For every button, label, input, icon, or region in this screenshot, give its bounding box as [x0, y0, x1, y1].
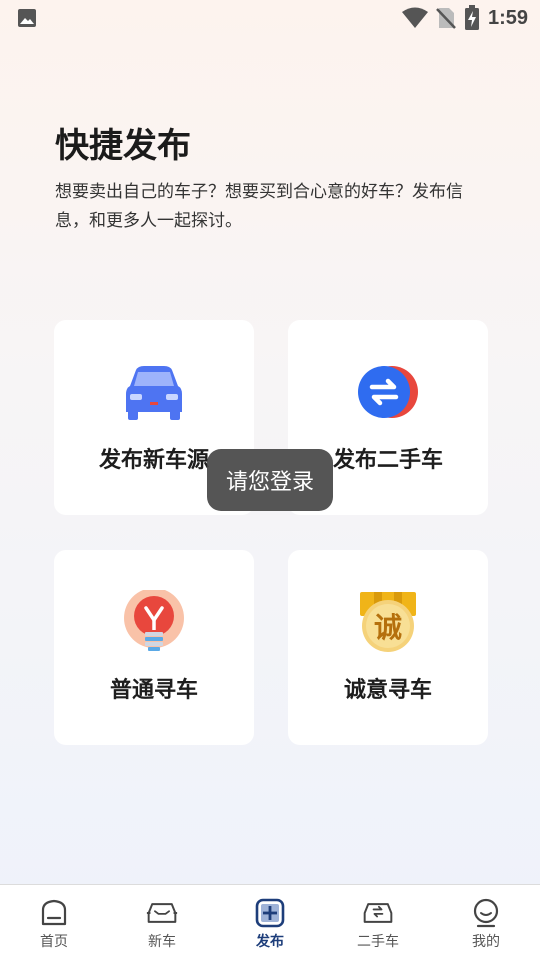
exchange-icon — [358, 366, 418, 418]
nav-label: 新车 — [148, 934, 176, 950]
nav-item-new-car[interactable]: 新车 — [108, 885, 216, 960]
wifi-icon — [401, 7, 428, 28]
nav-item-profile[interactable]: 我的 — [432, 885, 540, 960]
badge-text: 诚 — [374, 611, 402, 644]
no-sim-icon — [436, 8, 456, 29]
nav-item-used-car[interactable]: 二手车 — [324, 885, 432, 960]
gallery-icon — [18, 9, 36, 27]
status-icons: 1:59 — [401, 5, 528, 31]
nav-label: 首页 — [40, 934, 68, 950]
sincere-badge-icon: 诚 — [360, 592, 416, 652]
nav-label: 发布 — [256, 934, 284, 950]
normal-find-car-card[interactable]: 普通寻车 — [54, 550, 254, 745]
car-icon — [126, 366, 182, 420]
bottom-nav: 首页 新车 发布 二手车 我的 — [0, 884, 540, 960]
page-description: 想要卖出自己的车子？想要买到合心意的好车？发布信息，和更多人一起探讨。 — [55, 182, 463, 231]
profile-icon — [473, 898, 499, 928]
used-car-icon — [363, 903, 393, 923]
page-title: 快捷发布 — [55, 126, 191, 166]
publish-plus-icon — [255, 898, 285, 928]
nav-label: 我的 — [472, 934, 500, 950]
battery-charging-icon — [464, 5, 479, 30]
card-label: 普通寻车 — [109, 678, 198, 703]
sincere-find-car-card[interactable]: 诚 诚意寻车 — [288, 550, 488, 745]
card-label: 发布二手车 — [332, 448, 443, 473]
home-icon — [41, 899, 67, 926]
nav-item-home[interactable]: 首页 — [0, 885, 108, 960]
login-toast: 请您登录 — [207, 449, 333, 511]
card-label: 诚意寻车 — [343, 678, 432, 703]
card-label: 发布新车源 — [98, 448, 209, 473]
new-car-icon — [146, 903, 178, 923]
status-bar: 1:59 — [0, 0, 540, 36]
lightbulb-icon — [124, 590, 184, 651]
nav-label: 二手车 — [357, 934, 399, 950]
nav-item-publish[interactable]: 发布 — [216, 885, 324, 960]
status-time: 1:59 — [487, 6, 528, 29]
